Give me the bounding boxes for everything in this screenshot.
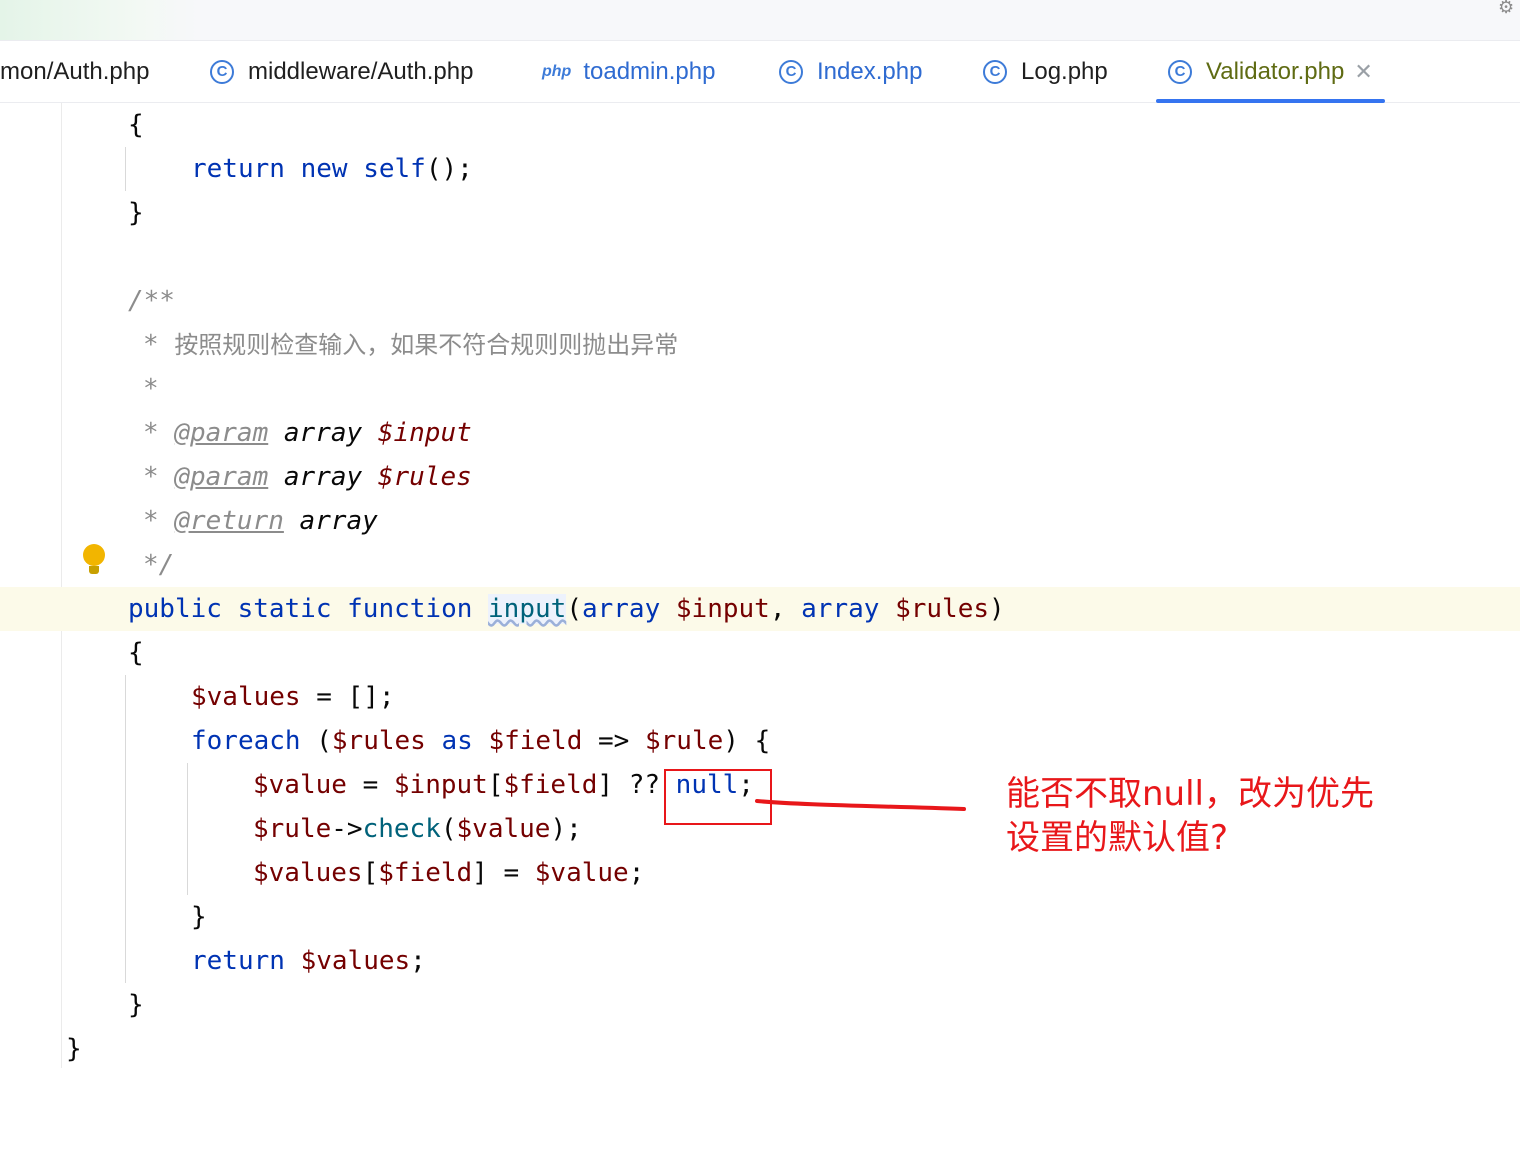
annotation-arrow xyxy=(755,799,966,811)
annotation-text: 能否不取null，改为优先 设置的默认值? xyxy=(1006,772,1426,860)
annotation-line: 设置的默认值? xyxy=(1006,818,1229,858)
annotation-line: 能否不取null，改为优先 xyxy=(1006,774,1374,814)
